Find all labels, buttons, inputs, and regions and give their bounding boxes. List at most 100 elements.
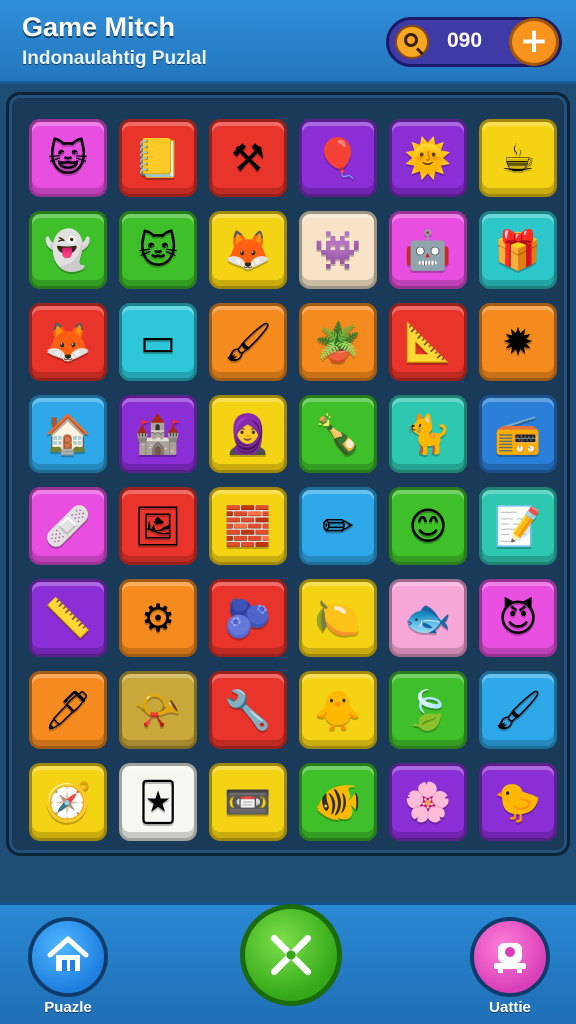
game-tile[interactable]: 🖊 <box>29 671 107 749</box>
devil-face-icon: 😈 <box>498 596 538 640</box>
game-tile[interactable]: ⚙ <box>119 579 197 657</box>
crossed-swords-icon <box>270 934 312 976</box>
game-tile[interactable]: 🏰 <box>119 395 197 473</box>
mug-icon: ☕ <box>500 136 536 180</box>
game-tile[interactable]: 🖌 <box>479 671 557 749</box>
puzzle-nav-label: Puazle <box>44 999 92 1016</box>
bottle-icon: 🍾 <box>314 412 362 456</box>
game-tile[interactable]: ✹ <box>479 303 557 381</box>
compass-icon: 🧭 <box>44 780 92 824</box>
game-tile[interactable]: 👾 <box>299 211 377 289</box>
game-tile[interactable]: 🐥 <box>299 671 377 749</box>
battle-nav-label: Uattie <box>489 999 531 1016</box>
game-tile[interactable]: 🍾 <box>299 395 377 473</box>
game-tile[interactable]: 🔧 <box>209 671 287 749</box>
game-tile[interactable]: 📐 <box>389 303 467 381</box>
game-tile[interactable]: 🦊 <box>209 211 287 289</box>
blob-creature-icon: 👾 <box>314 228 362 272</box>
ruler-icon: 📐 <box>404 320 452 364</box>
palm-house-icon: 🏠 <box>44 412 92 456</box>
game-tile[interactable]: 📝 <box>479 487 557 565</box>
flower-pot-icon: 🪴 <box>314 320 362 364</box>
pharaoh-icon: 🧕 <box>224 412 272 456</box>
game-tile[interactable]: ☕ <box>479 119 557 197</box>
radio-icon: 📻 <box>494 412 542 456</box>
game-tile[interactable]: 🐟 <box>389 579 467 657</box>
berry-icon: 🫐 <box>224 596 272 640</box>
game-tile[interactable]: 🌸 <box>389 763 467 841</box>
spiky-star-icon: ✹ <box>502 320 534 364</box>
game-tile[interactable]: 🐠 <box>299 763 377 841</box>
game-tile[interactable]: 🌞 <box>389 119 467 197</box>
play-button[interactable] <box>240 904 342 1006</box>
top-bar: Game Mitch Indonaulahtig Puzlal 090 + <box>0 0 576 84</box>
game-tile[interactable]: 🩹 <box>29 487 107 565</box>
gear-ring-icon: ⚙ <box>140 596 176 640</box>
bird-face-icon: 🐥 <box>314 688 362 732</box>
cat-face-icon: 🐱 <box>138 228 178 272</box>
coin-counter: 090 + <box>386 17 562 67</box>
gift-bag-icon: 🎁 <box>494 228 542 272</box>
game-tile[interactable]: 🃏 <box>119 763 197 841</box>
robot-icon: 🤖 <box>404 228 452 272</box>
game-tile[interactable]: 🧭 <box>29 763 107 841</box>
house-icon <box>47 936 89 971</box>
game-tile[interactable]: 🧱 <box>209 487 287 565</box>
card-icon: 🃏 <box>138 780 178 824</box>
cat-face-icon: 🐈 <box>404 412 452 456</box>
puzzle-board: 😺 📒 ⚒ 🎈 🌞 ☕ 👻 🐱 🦊 👾 🤖 🎁 🦊 ▭ 🖌 🪴 📐 ✹ 🏠 🏰 🧕 🍾 🐈 📻 🩹 🖼 🧱 ✏ 😊 📝 📏 ⚙ 🫐 🍋 🐟 😈 🖊 📯 🔧 🐥… <box>6 92 570 856</box>
puzzle-nav-button[interactable] <box>28 917 108 997</box>
game-tile[interactable]: 😺 <box>29 119 107 197</box>
cassette-icon: 📼 <box>224 780 272 824</box>
fox-face-icon: 🦊 <box>224 228 272 272</box>
smiley-icon: 😊 <box>408 504 448 548</box>
game-tile[interactable]: 🖼 <box>119 487 197 565</box>
game-tile[interactable]: 🎈 <box>299 119 377 197</box>
sun-face-icon: 🌞 <box>404 136 452 180</box>
game-subtitle: Indonaulahtig Puzlal <box>22 48 207 69</box>
game-tile[interactable]: 🍋 <box>299 579 377 657</box>
game-tile[interactable]: 🎁 <box>479 211 557 289</box>
game-tile[interactable]: 🖌 <box>209 303 287 381</box>
game-tile[interactable]: 🏠 <box>29 395 107 473</box>
game-tile[interactable]: 📯 <box>119 671 197 749</box>
game-tile[interactable]: 🧕 <box>209 395 287 473</box>
game-tile[interactable]: 🐈 <box>389 395 467 473</box>
paint-tube-icon: 🖌 <box>223 320 273 364</box>
sun-flower-icon: 🌸 <box>404 780 452 824</box>
horn-icon: 📯 <box>134 688 182 732</box>
game-tile[interactable]: 📒 <box>119 119 197 197</box>
game-tile[interactable]: 😊 <box>389 487 467 565</box>
game-tile[interactable]: 🤖 <box>389 211 467 289</box>
game-tile[interactable]: 📻 <box>479 395 557 473</box>
robot-icon <box>494 943 526 973</box>
brick-block-icon: 🧱 <box>224 504 272 548</box>
lemon-face-icon: 🍋 <box>314 596 362 640</box>
game-tile[interactable]: 🫐 <box>209 579 287 657</box>
game-tile[interactable]: 📏 <box>29 579 107 657</box>
bandage-icon: 🩹 <box>44 504 92 548</box>
game-tile[interactable]: 🐱 <box>119 211 197 289</box>
game-tile[interactable]: 🍃 <box>389 671 467 749</box>
fish-creature-icon: 🐠 <box>314 780 362 824</box>
game-tile[interactable]: 👻 <box>29 211 107 289</box>
game-tile[interactable]: ▭ <box>119 303 197 381</box>
balloon-icon: 🎈 <box>314 136 362 180</box>
game-tile[interactable]: 🪴 <box>299 303 377 381</box>
paper-note-icon: 📝 <box>494 504 542 548</box>
crossed-tools-icon: ⚒ <box>230 136 266 180</box>
game-tile[interactable]: 🐤 <box>479 763 557 841</box>
game-tile[interactable]: 📼 <box>209 763 287 841</box>
ghost-icon: 👻 <box>44 228 92 272</box>
game-tile[interactable]: 🦊 <box>29 303 107 381</box>
castle-block-icon: 🏰 <box>134 412 182 456</box>
crossed-wrench-icon: 🔧 <box>224 688 272 732</box>
game-tile[interactable]: ✏ <box>299 487 377 565</box>
search-icon[interactable] <box>395 25 429 59</box>
game-tile[interactable]: ⚒ <box>209 119 287 197</box>
notebook-icon: 📒 <box>134 136 182 180</box>
game-tile[interactable]: 😈 <box>479 579 557 657</box>
battle-nav-button[interactable] <box>470 917 550 997</box>
game-title: Game Mitch <box>22 12 176 42</box>
add-coins-button[interactable]: + <box>509 18 559 66</box>
